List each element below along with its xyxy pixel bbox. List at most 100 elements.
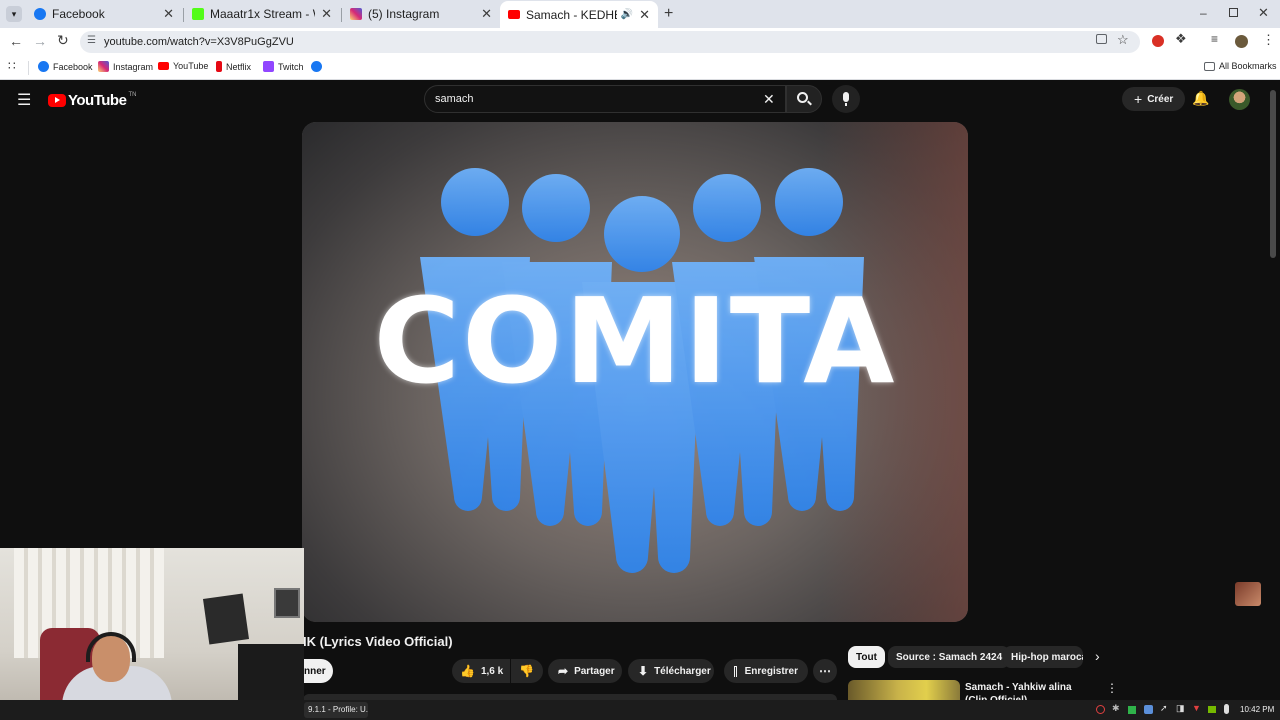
- volume-icon[interactable]: ▼: [1192, 703, 1201, 713]
- account-avatar[interactable]: [1229, 89, 1250, 110]
- tab-search-button[interactable]: ▾: [6, 6, 22, 22]
- close-tab-icon[interactable]: ✕: [321, 6, 332, 22]
- tray-icon-nvidia[interactable]: [1208, 706, 1216, 713]
- chip-genre[interactable]: Hip-hop marocai: [1003, 646, 1083, 668]
- profile-avatar[interactable]: [1235, 35, 1248, 48]
- browser-menu-icon[interactable]: ⋮: [1262, 32, 1275, 48]
- tray-icon-bluetooth[interactable]: ✱: [1112, 703, 1120, 714]
- facebook-icon: [38, 61, 49, 72]
- chip-source[interactable]: Source : Samach 2424: [888, 646, 1011, 668]
- youtube-icon: [158, 62, 169, 70]
- share-button[interactable]: ➦ Partager: [548, 659, 622, 683]
- all-bookmarks[interactable]: All Bookmarks: [1204, 61, 1277, 71]
- tray-icon-green[interactable]: [1128, 706, 1136, 714]
- bookmark-label: Twitch: [278, 61, 304, 72]
- taskbar-window-label: 9.1.1 - Profile: U...: [308, 705, 368, 714]
- recommended-title[interactable]: Samach - Yahkiw alina (Clip Officiel): [965, 681, 1090, 700]
- bookmark-netflix[interactable]: Netflix: [216, 61, 251, 72]
- search-button[interactable]: [786, 85, 822, 113]
- tray-icon-cast[interactable]: ◨: [1176, 703, 1185, 714]
- share-icon: ➦: [558, 664, 569, 678]
- clear-search-icon[interactable]: ✕: [763, 91, 775, 108]
- dislike-button[interactable]: 👎: [511, 659, 543, 683]
- taskbar-window-button[interactable]: 9.1.1 - Profile: U...: [304, 702, 368, 718]
- save-button[interactable]: Enregistrer: [724, 659, 808, 683]
- close-tab-icon[interactable]: ✕: [639, 7, 650, 23]
- page-scrollbar[interactable]: [1270, 90, 1276, 258]
- site-info-icon[interactable]: ☰: [87, 35, 96, 46]
- chip-label: Hip-hop marocai: [1011, 651, 1083, 663]
- video-player[interactable]: COMITA: [302, 122, 968, 622]
- logo-text: YouTube: [68, 92, 127, 109]
- youtube-icon: [508, 10, 520, 19]
- chip-label: Tout: [856, 651, 877, 663]
- bookmark-facebook[interactable]: Facebook: [38, 61, 93, 72]
- bookmark-instagram[interactable]: Instagram: [98, 61, 153, 72]
- bookmarks-bar: ∷ Facebook Instagram YouTube Netflix Twi…: [0, 56, 1280, 80]
- microphone-icon: [843, 92, 849, 102]
- browser-toolbar: ← → ↻ ☰ youtube.com/watch?v=X3V8PuGgZVU …: [0, 28, 1280, 56]
- apps-grid-icon[interactable]: ∷: [8, 59, 16, 73]
- more-horizontal-icon: ⋯: [819, 664, 831, 678]
- webcam-overlay: [0, 548, 304, 720]
- install-app-icon[interactable]: [1096, 34, 1107, 44]
- video-title: IK (Lyrics Video Official): [303, 634, 453, 649]
- search-query: samach: [435, 93, 474, 105]
- more-actions-button[interactable]: ⋯: [813, 659, 837, 683]
- channel-watermark[interactable]: [1235, 582, 1261, 606]
- bookmark-twitch[interactable]: Twitch: [263, 61, 304, 72]
- facebook-icon: [311, 61, 322, 72]
- download-button[interactable]: ⬇ Télécharger: [628, 659, 714, 683]
- chips-next-chevron-icon[interactable]: ›: [1095, 648, 1100, 664]
- menu-hamburger-icon[interactable]: ☰: [17, 90, 31, 110]
- notifications-bell-icon[interactable]: 🔔: [1192, 90, 1209, 107]
- bookmark-youtube[interactable]: YouTube: [158, 61, 208, 71]
- video-overlay-text: COMITA: [373, 272, 897, 410]
- logo-region: TN: [128, 92, 137, 98]
- thumbs-up-icon: 👍: [460, 664, 475, 678]
- tray-icon-arrow[interactable]: ➚: [1160, 703, 1168, 714]
- close-window-button[interactable]: ✕: [1258, 5, 1269, 21]
- back-button[interactable]: ←: [9, 33, 23, 49]
- chip-all[interactable]: Tout: [848, 646, 885, 668]
- close-tab-icon[interactable]: ✕: [481, 6, 492, 22]
- recommendation-menu-icon[interactable]: ⋮: [1106, 681, 1118, 695]
- tab-youtube-active[interactable]: Samach - KEDHBOU AALIK 🔊 ✕: [500, 1, 658, 28]
- reload-button[interactable]: ↻: [57, 32, 69, 49]
- plus-icon: +: [1134, 91, 1143, 107]
- clock[interactable]: 10:42 PM: [1240, 705, 1274, 714]
- create-button[interactable]: + Créer: [1122, 87, 1186, 111]
- tab-instagram[interactable]: (5) Instagram ✕: [342, 2, 500, 26]
- tab-title: (5) Instagram: [368, 7, 440, 21]
- extensions-puzzle-icon[interactable]: ❖: [1175, 31, 1187, 47]
- voice-search-button[interactable]: [832, 85, 860, 113]
- tab-title: Facebook: [52, 7, 105, 21]
- restore-button[interactable]: [1229, 8, 1238, 17]
- bookmark-facebook-2[interactable]: [311, 61, 326, 72]
- reading-list-icon[interactable]: ≡: [1211, 32, 1218, 46]
- minimize-button[interactable]: –: [1200, 6, 1207, 20]
- speaker-icon[interactable]: 🔊: [621, 9, 633, 20]
- wall-poster: [202, 593, 250, 645]
- wall-frame: [274, 588, 300, 618]
- tab-facebook[interactable]: Facebook ✕: [26, 2, 182, 26]
- bookmark-star-icon[interactable]: ☆: [1117, 32, 1129, 48]
- address-bar[interactable]: ☰ youtube.com/watch?v=X3V8PuGgZVU ☆: [80, 31, 1140, 53]
- new-tab-button[interactable]: +: [664, 5, 673, 23]
- subscribe-label: nner: [304, 665, 326, 677]
- folder-icon: [1204, 61, 1215, 71]
- share-label: Partager: [574, 665, 615, 677]
- forward-button[interactable]: →: [33, 33, 47, 49]
- youtube-logo[interactable]: YouTube TN: [48, 92, 136, 109]
- tab-stream[interactable]: Maaatr1x Stream - Watch Live o ✕: [184, 2, 340, 26]
- tray-icon-app[interactable]: [1144, 705, 1153, 714]
- extension-badge-icon[interactable]: [1152, 35, 1164, 47]
- save-label: Enregistrer: [744, 665, 798, 677]
- tray-icon-red[interactable]: [1096, 705, 1105, 714]
- search-input[interactable]: samach ✕: [424, 85, 786, 113]
- like-button[interactable]: 👍 1,6 k: [452, 659, 510, 683]
- microphone-tray-icon[interactable]: [1224, 704, 1229, 714]
- close-tab-icon[interactable]: ✕: [163, 6, 174, 22]
- youtube-header: ☰ YouTube TN samach ✕ + Créer 🔔: [0, 80, 1280, 120]
- recommended-thumbnail[interactable]: [848, 680, 960, 702]
